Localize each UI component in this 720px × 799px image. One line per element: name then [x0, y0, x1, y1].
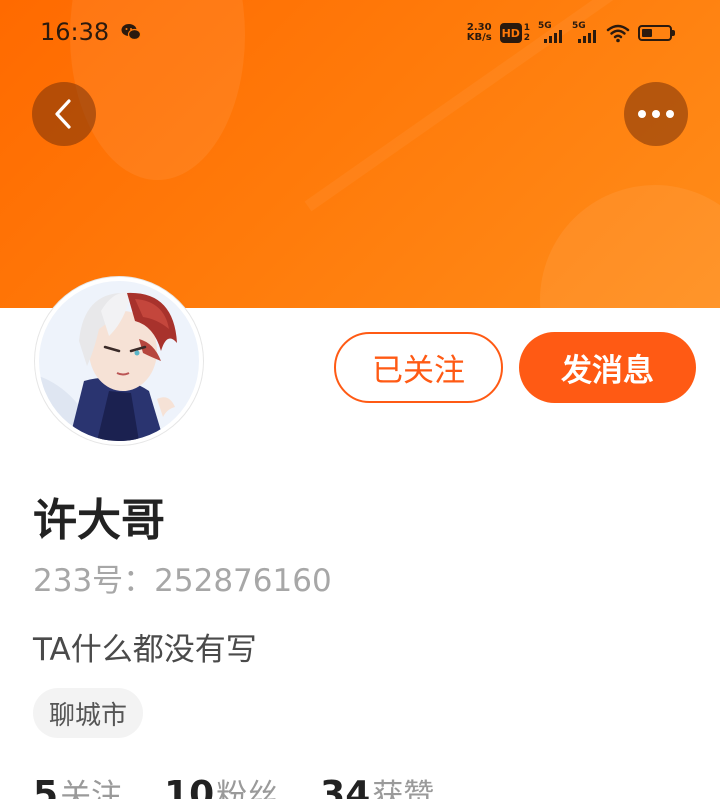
more-dots-icon: [638, 110, 674, 118]
status-icons: 2.30 KB/s HD 1 2 5G 5G: [466, 20, 675, 46]
followed-button[interactable]: 已关注: [334, 332, 503, 403]
banner-decoration: [540, 185, 720, 308]
network-speed: 2.30 KB/s: [466, 22, 492, 43]
location-tag: 聊城市: [33, 688, 144, 738]
stat-label: 关注: [60, 778, 123, 799]
profile-header-banner: 16:38 2.30 KB/s HD 1 2 5G 5G: [0, 0, 720, 308]
battery-icon: [638, 25, 675, 41]
stat-value: 10: [164, 774, 215, 799]
stat-likes[interactable]: 34获赞: [320, 770, 434, 799]
stat-label: 粉丝: [216, 778, 279, 799]
wifi-icon: [606, 24, 630, 43]
status-time: 16:38: [40, 18, 110, 46]
avatar-illustration: [39, 281, 199, 441]
send-message-button[interactable]: 发消息: [519, 332, 696, 403]
user-avatar[interactable]: [35, 277, 203, 445]
stat-value: 34: [320, 774, 371, 799]
stat-label: 获赞: [372, 778, 435, 799]
stat-value: 5: [33, 774, 59, 799]
stat-following[interactable]: 5关注: [33, 770, 122, 799]
hd-voice-icon: HD: [499, 23, 522, 43]
user-bio: TA什么都没有写: [33, 632, 257, 668]
hd-sim-index: 1 2: [523, 23, 530, 43]
stat-followers[interactable]: 10粉丝: [164, 770, 278, 799]
signal-sim2-icon: 5G: [572, 21, 598, 43]
back-button[interactable]: [32, 82, 96, 146]
chevron-left-icon: [55, 99, 71, 129]
stats-row: 5关注 10粉丝 34获赞: [33, 770, 434, 799]
signal-sim1-icon: 5G: [538, 21, 564, 43]
more-options-button[interactable]: [624, 82, 688, 146]
wechat-notification-icon: [121, 24, 141, 41]
user-id[interactable]: 233号：252876160: [33, 555, 332, 600]
status-bar: 16:38 2.30 KB/s HD 1 2 5G 5G: [0, 0, 720, 66]
user-name: 许大哥: [33, 495, 165, 546]
battery-level: [642, 29, 653, 37]
